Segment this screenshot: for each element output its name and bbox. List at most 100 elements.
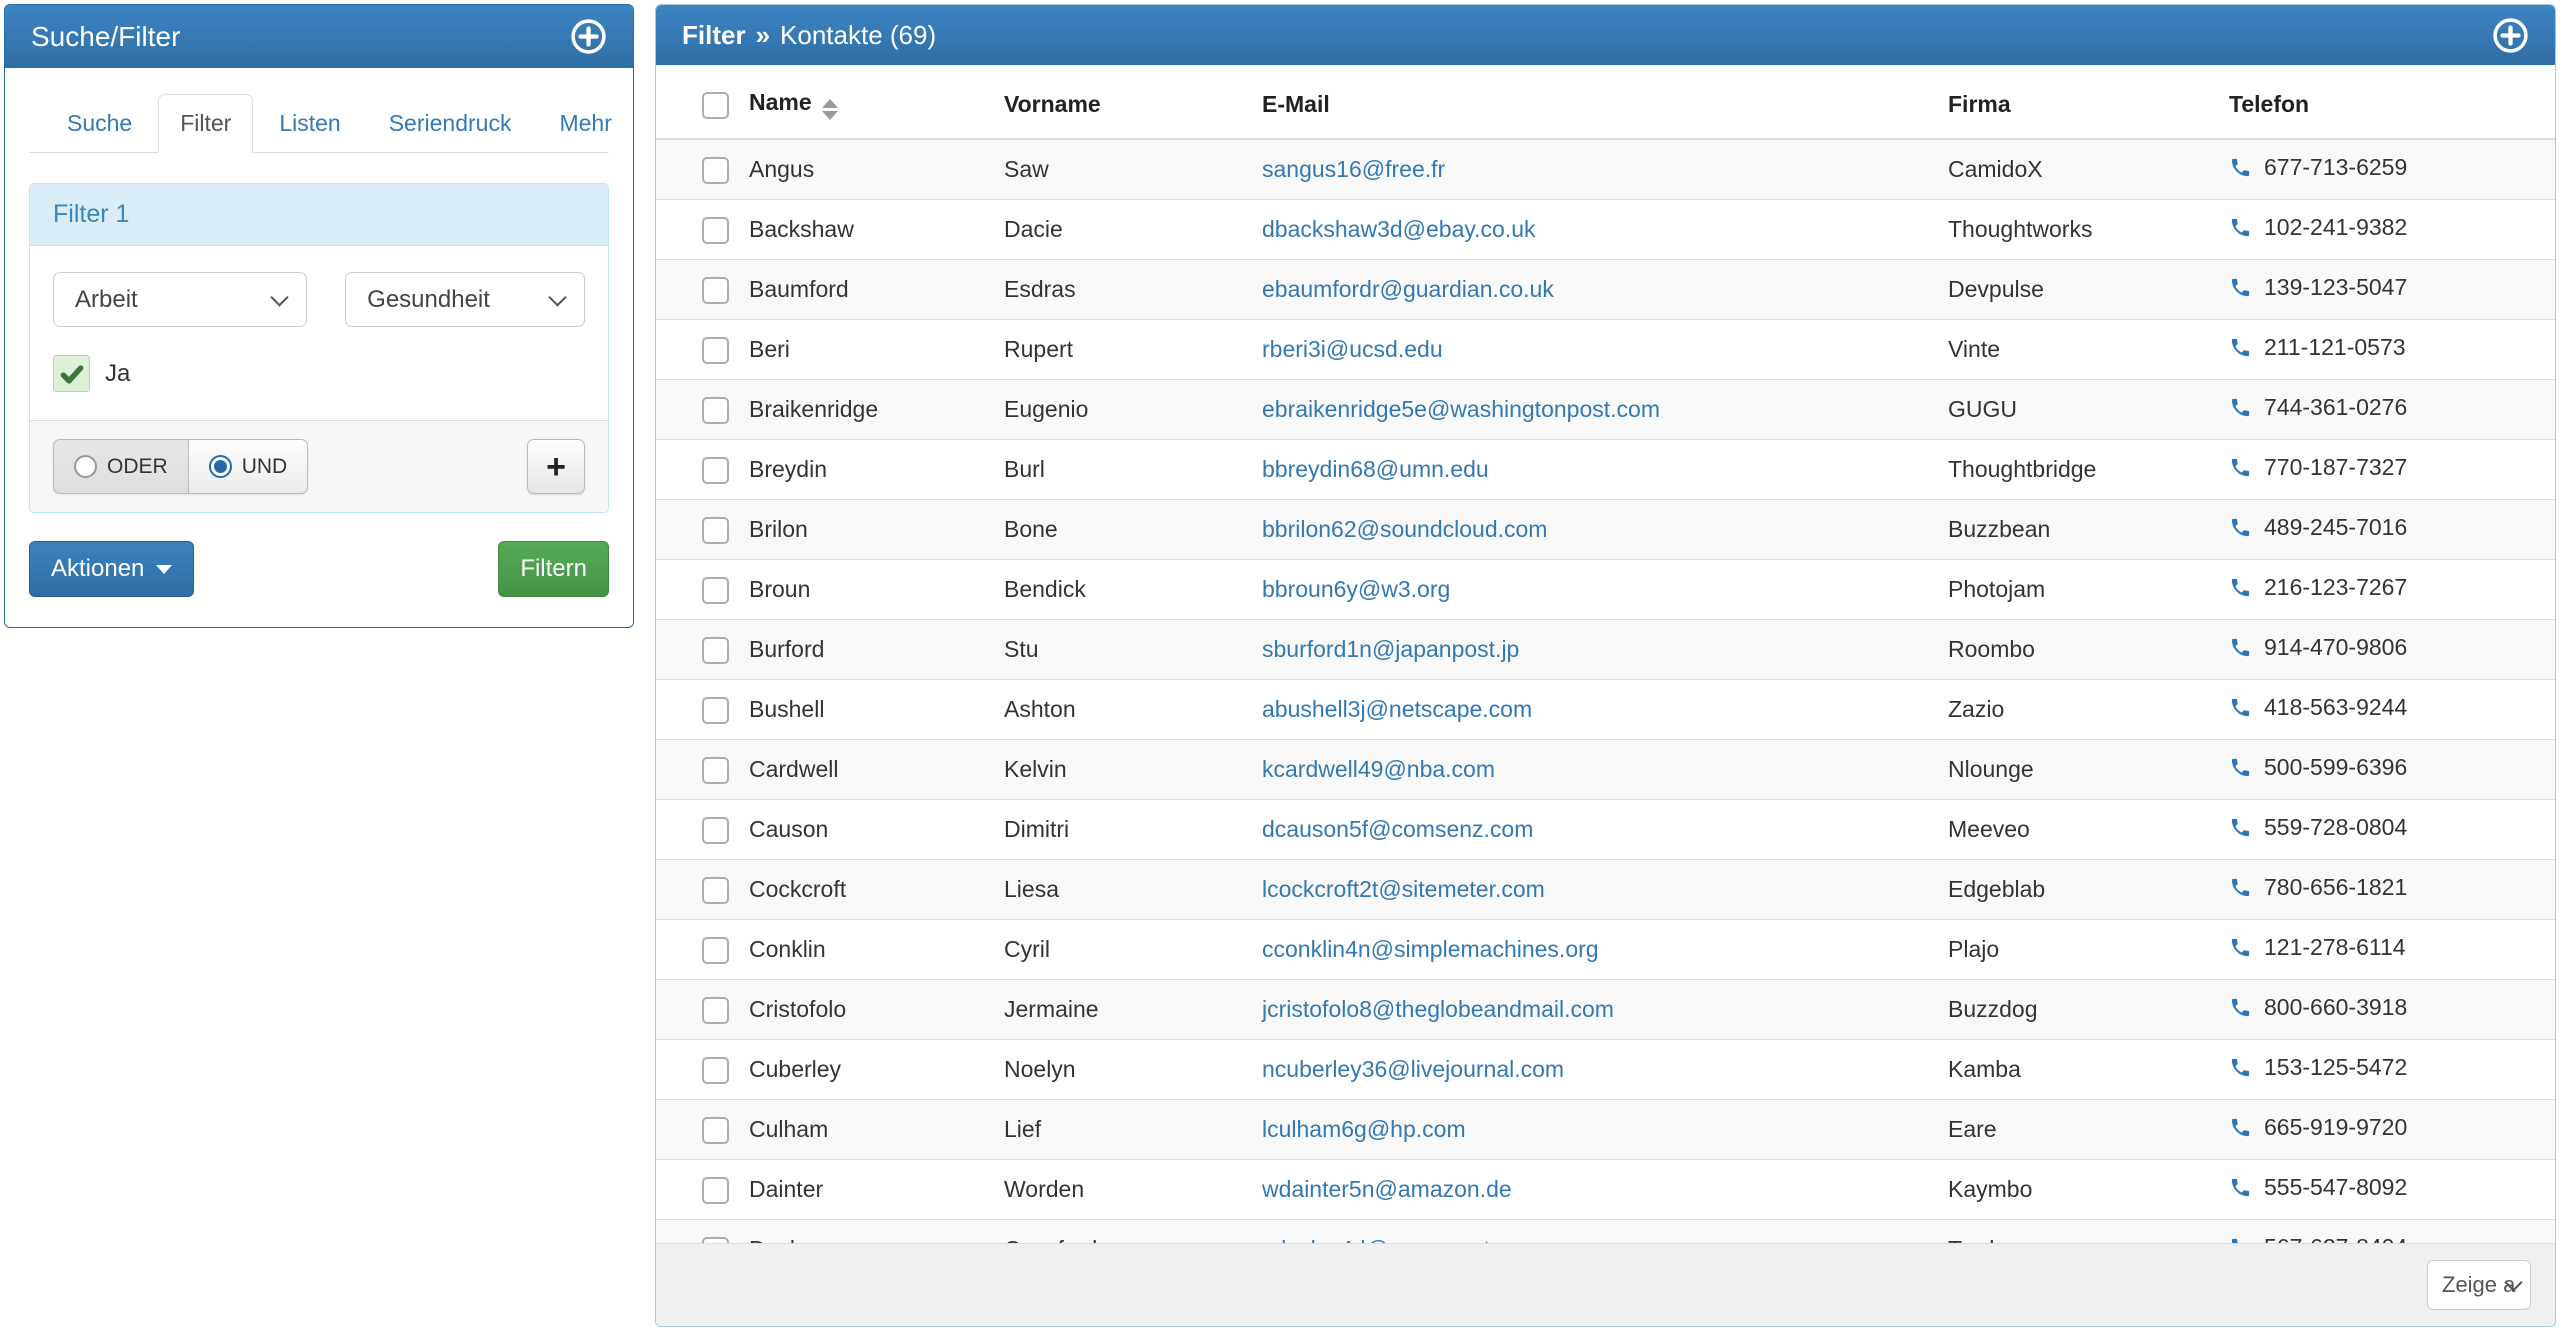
row-checkbox[interactable] (702, 877, 729, 904)
row-checkbox[interactable] (702, 1117, 729, 1144)
breadcrumb-separator: » (756, 20, 770, 51)
table-row: Causon Dimitri dcauson5f@comsenz.com Mee… (656, 800, 2555, 860)
phone-link[interactable]: 216-123-7267 (2229, 574, 2407, 601)
email-link[interactable]: ebaumfordr@guardian.co.uk (1262, 276, 1554, 302)
phone-link[interactable]: 677-713-6259 (2229, 154, 2407, 181)
phone-icon (2229, 1176, 2252, 1199)
phone-icon (2229, 1236, 2252, 1243)
row-checkbox[interactable] (702, 997, 729, 1024)
row-checkbox[interactable] (702, 817, 729, 844)
phone-link[interactable]: 800-660-3918 (2229, 994, 2407, 1021)
cell-name: Angus (739, 139, 994, 200)
cell-firma: Kamba (1938, 1040, 2219, 1100)
email-link[interactable]: ebraikenridge5e@washingtonpost.com (1262, 396, 1660, 422)
phone-link[interactable]: 102-241-9382 (2229, 214, 2407, 241)
row-checkbox[interactable] (702, 517, 729, 544)
tab-suche[interactable]: Suche (45, 94, 154, 153)
email-link[interactable]: abushell3j@netscape.com (1262, 696, 1532, 722)
phone-link[interactable]: 500-599-6396 (2229, 754, 2407, 781)
tab-listen[interactable]: Listen (257, 94, 362, 153)
phone-link[interactable]: 139-123-5047 (2229, 274, 2407, 301)
radio-icon (74, 455, 97, 478)
row-checkbox[interactable] (702, 937, 729, 964)
page-size-select[interactable]: Zeige a (2427, 1260, 2531, 1310)
email-link[interactable]: bbrilon62@soundcloud.com (1262, 516, 1547, 542)
cell-vorname: Cyril (994, 920, 1252, 980)
email-link[interactable]: sburford1n@japanpost.jp (1262, 636, 1519, 662)
table-row: Braikenridge Eugenio ebraikenridge5e@was… (656, 380, 2555, 440)
row-checkbox[interactable] (702, 637, 729, 664)
add-condition-button[interactable]: + (527, 439, 585, 494)
table-row: Burford Stu sburford1n@japanpost.jp Room… (656, 620, 2555, 680)
operator-oder-radio[interactable]: ODER (53, 439, 188, 494)
row-checkbox[interactable] (702, 457, 729, 484)
filter-field-select[interactable]: Arbeit (53, 272, 307, 327)
email-link[interactable]: wdainter5n@amazon.de (1262, 1176, 1512, 1202)
phone-link[interactable]: 555-547-8092 (2229, 1174, 2407, 1201)
phone-number: 500-599-6396 (2264, 754, 2407, 781)
add-contact-icon[interactable] (2492, 17, 2529, 54)
phone-link[interactable]: 567-627-8404 (2229, 1234, 2407, 1243)
row-checkbox[interactable] (702, 277, 729, 304)
column-header-name[interactable]: Name (739, 65, 994, 139)
contacts-panel-footer: Zeige a (656, 1243, 2555, 1326)
row-checkbox[interactable] (702, 697, 729, 724)
email-link[interactable]: dbackshaw3d@ebay.co.uk (1262, 216, 1536, 242)
row-checkbox[interactable] (702, 397, 729, 424)
email-link[interactable]: lcockcroft2t@sitemeter.com (1262, 876, 1545, 902)
phone-link[interactable]: 744-361-0276 (2229, 394, 2407, 421)
tab-filter[interactable]: Filter (158, 94, 253, 153)
phone-icon (2229, 456, 2252, 479)
aktionen-dropdown-button[interactable]: Aktionen (29, 541, 194, 597)
phone-link[interactable]: 489-245-7016 (2229, 514, 2407, 541)
column-header-email[interactable]: E-Mail (1252, 65, 1938, 139)
tab-seriendruck[interactable]: Seriendruck (367, 94, 534, 153)
phone-number: 489-245-7016 (2264, 514, 2407, 541)
phone-link[interactable]: 559-728-0804 (2229, 814, 2407, 841)
filtern-button[interactable]: Filtern (498, 541, 609, 597)
select-all-checkbox[interactable] (702, 92, 729, 119)
phone-number: 153-125-5472 (2264, 1054, 2407, 1081)
cell-vorname: Crawford (994, 1220, 1252, 1243)
column-header-vorname[interactable]: Vorname (994, 65, 1252, 139)
phone-link[interactable]: 153-125-5472 (2229, 1054, 2407, 1081)
phone-number: 139-123-5047 (2264, 274, 2407, 301)
email-link[interactable]: lculham6g@hp.com (1262, 1116, 1466, 1142)
row-checkbox[interactable] (702, 1057, 729, 1084)
row-checkbox[interactable] (702, 577, 729, 604)
email-link[interactable]: cdavley4d@mapquest.com (1262, 1236, 1540, 1243)
operator-und-radio[interactable]: UND (188, 439, 309, 494)
column-header-firma[interactable]: Firma (1938, 65, 2219, 139)
row-checkbox[interactable] (702, 157, 729, 184)
email-link[interactable]: bbroun6y@w3.org (1262, 576, 1450, 602)
tab-mehr[interactable]: Mehr (537, 94, 633, 153)
cell-firma: Thoughtworks (1938, 200, 2219, 260)
email-link[interactable]: dcauson5f@comsenz.com (1262, 816, 1533, 842)
phone-link[interactable]: 914-470-9806 (2229, 634, 2407, 661)
cell-name: Causon (739, 800, 994, 860)
filter-ja-checkbox[interactable] (53, 355, 90, 392)
phone-link[interactable]: 665-919-9720 (2229, 1114, 2407, 1141)
filter-1-body: Arbeit Gesundheit (30, 246, 608, 420)
row-checkbox[interactable] (702, 337, 729, 364)
filter-value-select[interactable]: Gesundheit (345, 272, 585, 327)
email-link[interactable]: sangus16@free.fr (1262, 156, 1445, 182)
caret-down-icon (156, 565, 172, 574)
email-link[interactable]: bbreydin68@umn.edu (1262, 456, 1489, 482)
email-link[interactable]: rberi3i@ucsd.edu (1262, 336, 1443, 362)
column-header-telefon[interactable]: Telefon (2219, 65, 2555, 139)
row-checkbox[interactable] (702, 217, 729, 244)
email-link[interactable]: kcardwell49@nba.com (1262, 756, 1495, 782)
email-link[interactable]: cconklin4n@simplemachines.org (1262, 936, 1599, 962)
phone-link[interactable]: 121-278-6114 (2229, 934, 2406, 961)
phone-link[interactable]: 770-187-7327 (2229, 454, 2407, 481)
email-link[interactable]: ncuberley36@livejournal.com (1262, 1056, 1564, 1082)
row-checkbox[interactable] (702, 1177, 729, 1204)
add-filter-set-icon[interactable] (570, 18, 607, 55)
email-link[interactable]: jcristofolo8@theglobeandmail.com (1262, 996, 1614, 1022)
phone-link[interactable]: 211-121-0573 (2229, 334, 2406, 361)
phone-link[interactable]: 780-656-1821 (2229, 874, 2407, 901)
cell-vorname: Worden (994, 1160, 1252, 1220)
row-checkbox[interactable] (702, 757, 729, 784)
phone-link[interactable]: 418-563-9244 (2229, 694, 2407, 721)
